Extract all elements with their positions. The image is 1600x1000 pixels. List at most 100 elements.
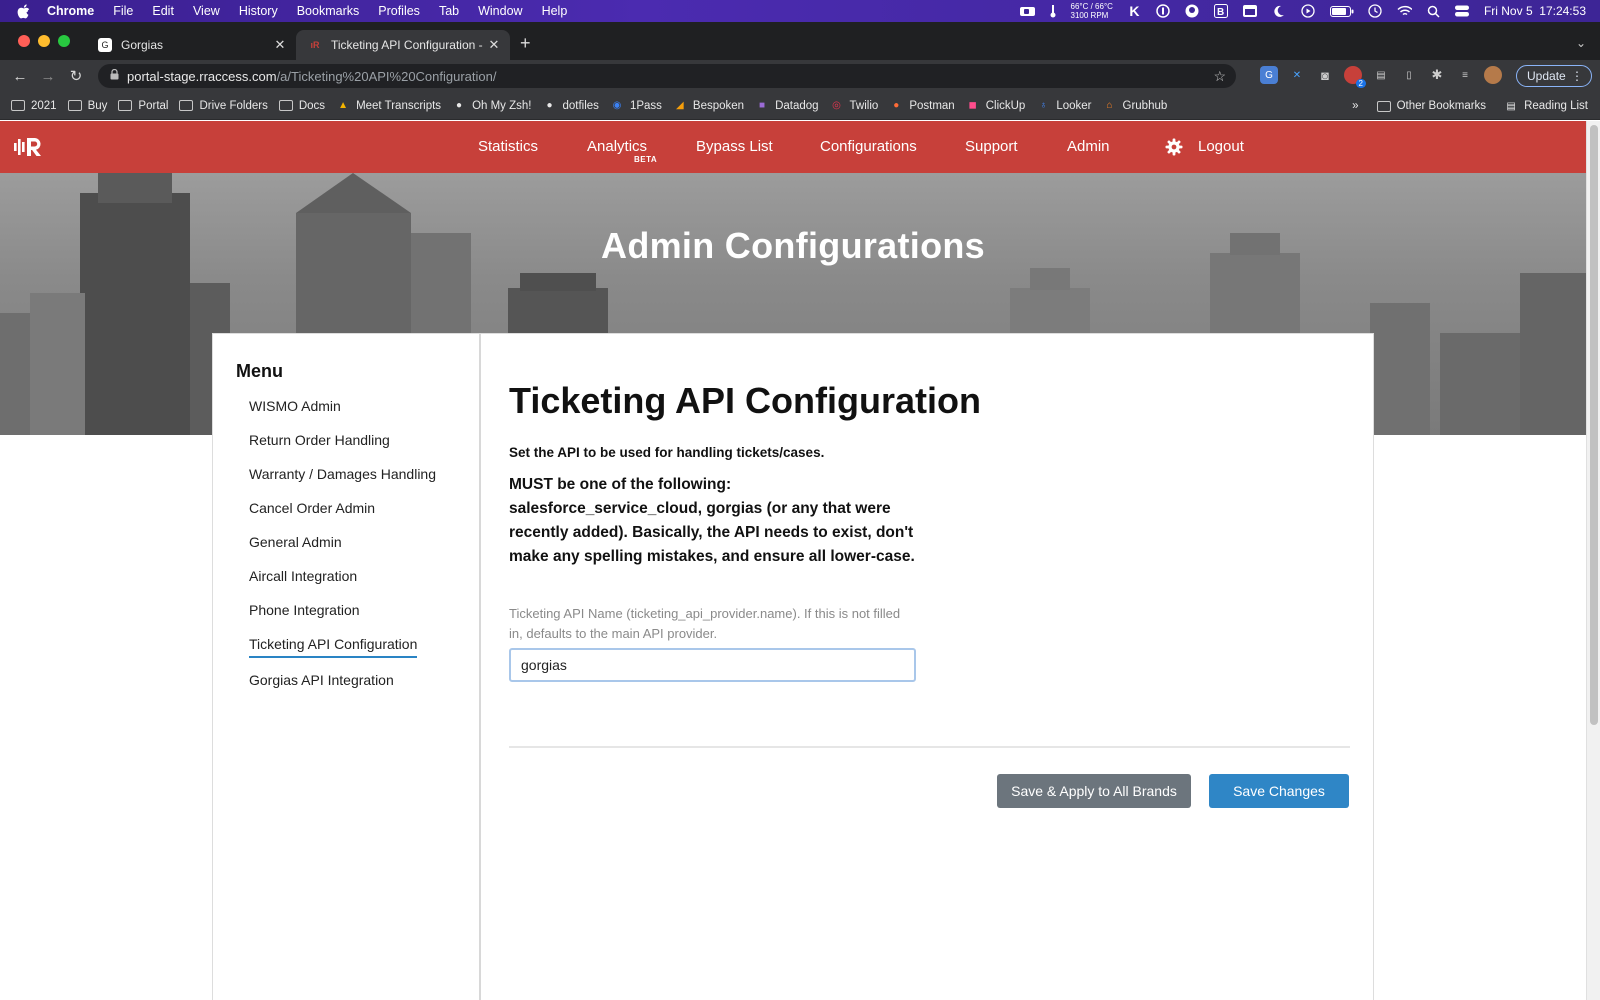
bookmark-dotfiles[interactable]: ● dotfiles	[543, 100, 598, 112]
save-apply-all-brands-button[interactable]: Save & Apply to All Brands	[997, 774, 1191, 808]
nav-support[interactable]: Support	[965, 138, 1018, 155]
bookmark-buy[interactable]: Buy	[67, 100, 107, 112]
bookmark-portal[interactable]: Portal	[118, 100, 168, 112]
sidebar-item-warranty-damages[interactable]: Warranty / Damages Handling	[249, 462, 436, 496]
onepassword-icon[interactable]	[1156, 4, 1171, 18]
gear-icon[interactable]	[1165, 138, 1183, 156]
bookmarks-right: » Other Bookmarks ▤ Reading List	[1352, 92, 1588, 120]
camera-extension-icon[interactable]: ◙	[1316, 66, 1334, 84]
play-circle-icon[interactable]	[1301, 4, 1316, 18]
page-scrollbar[interactable]	[1586, 121, 1600, 1000]
reload-icon[interactable]: ↻	[62, 67, 90, 85]
bookmarks-overflow-chevron-icon[interactable]: »	[1352, 100, 1358, 112]
tab-search-chevron-icon[interactable]: ⌄	[1576, 36, 1586, 50]
bookmark-meet-transcripts[interactable]: ▲ Meet Transcripts	[336, 100, 441, 112]
menubar-clock[interactable]: Fri Nov 5 17:24:53	[1484, 4, 1586, 18]
apple-icon[interactable]	[17, 3, 33, 19]
lastpass-extension-icon[interactable]: 2	[1344, 66, 1366, 88]
bookmark-2021[interactable]: 2021	[11, 100, 57, 112]
reading-list-toolbar-icon[interactable]: ≡	[1456, 66, 1474, 84]
menu-profiles[interactable]: Profiles	[378, 4, 420, 18]
bookmark-grubhub[interactable]: ⌂ Grubhub	[1103, 100, 1167, 112]
sidebar-item-label: Phone Integration	[249, 602, 360, 618]
bookmark-oh-my-zsh[interactable]: ● Oh My Zsh!	[452, 100, 531, 112]
menu-window[interactable]: Window	[478, 4, 522, 18]
save-changes-button[interactable]: Save Changes	[1209, 774, 1349, 808]
tab-gorgias[interactable]: G Gorgias ✕	[86, 30, 296, 60]
battery-icon[interactable]	[1329, 5, 1354, 17]
tab-ticketing-api[interactable]: ıR Ticketing API Configuration - R ✕	[296, 30, 510, 60]
browser-tabstrip: G Gorgias ✕ ıR Ticketing API Configurati…	[0, 22, 1600, 60]
bookmark-docs[interactable]: Docs	[278, 100, 325, 112]
nav-logout[interactable]: Logout	[1198, 138, 1244, 155]
profile-avatar[interactable]	[1484, 66, 1502, 84]
bookmark-postman[interactable]: ● Postman	[889, 100, 954, 112]
nav-configurations[interactable]: Configurations	[820, 138, 917, 155]
sidebar-item-aircall-integration[interactable]: Aircall Integration	[249, 564, 436, 598]
bookmark-1pass[interactable]: ◉ 1Pass	[610, 100, 662, 112]
nav-statistics[interactable]: Statistics	[478, 138, 538, 155]
moon-icon[interactable]	[1272, 5, 1287, 17]
forward-arrow-icon[interactable]: →	[34, 68, 62, 85]
close-tab-icon[interactable]: ✕	[486, 37, 502, 53]
reading-list[interactable]: ▤ Reading List	[1504, 100, 1588, 112]
spotlight-search-icon[interactable]	[1426, 5, 1441, 18]
zoom-icon[interactable]	[1019, 5, 1035, 17]
ticketing-api-name-input[interactable]: gorgias	[509, 648, 916, 682]
bookmark-drive-folders[interactable]: Drive Folders	[179, 100, 268, 112]
back-arrow-icon[interactable]: ←	[6, 68, 34, 85]
bookmark-twilio[interactable]: ◎ Twilio	[830, 99, 879, 112]
other-bookmarks[interactable]: Other Bookmarks	[1376, 100, 1486, 112]
calendar-icon[interactable]	[1243, 5, 1258, 17]
time-machine-icon[interactable]	[1368, 4, 1383, 18]
address-bar[interactable]: portal-stage.rraccess.com/a/Ticketing%20…	[98, 64, 1236, 88]
github-icon: ●	[546, 100, 553, 111]
sidebar-item-wismo-admin[interactable]: WISMO Admin	[249, 394, 436, 428]
bookmark-star-icon[interactable]: ☆	[1213, 68, 1226, 85]
wifi-icon[interactable]	[1397, 5, 1412, 17]
sidebar-item-phone-integration[interactable]: Phone Integration	[249, 598, 436, 632]
printer-extension-icon[interactable]: ▤	[1372, 66, 1390, 84]
update-chrome-button[interactable]: Update ⋮	[1516, 65, 1592, 87]
close-tab-icon[interactable]: ✕	[272, 37, 288, 53]
nav-bypass-list[interactable]: Bypass List	[696, 138, 773, 155]
github-icon[interactable]	[1185, 4, 1200, 18]
sidebar-item-gorgias-api-integration[interactable]: Gorgias API Integration	[249, 668, 436, 702]
bookmark-clickup[interactable]: ◼ ClickUp	[966, 100, 1026, 112]
sidebar-item-ticketing-api-configuration[interactable]: Ticketing API Configuration	[249, 632, 436, 668]
bookmark-looker[interactable]: ♁ Looker	[1036, 100, 1092, 112]
menu-file[interactable]: File	[113, 4, 133, 18]
bookmark-datadog[interactable]: ■ Datadog	[755, 100, 819, 112]
sidebar-menu: WISMO Admin Return Order Handling Warran…	[249, 394, 436, 702]
lock-icon[interactable]	[110, 68, 119, 83]
menu-bookmarks[interactable]: Bookmarks	[297, 4, 360, 18]
sidebar-item-return-order-handling[interactable]: Return Order Handling	[249, 428, 436, 462]
sidebar-item-cancel-order-admin[interactable]: Cancel Order Admin	[249, 496, 436, 530]
menu-help[interactable]: Help	[542, 4, 568, 18]
scrollbar-thumb[interactable]	[1590, 125, 1598, 725]
nav-analytics[interactable]: Analytics	[587, 138, 647, 155]
sidebar-item-general-admin[interactable]: General Admin	[249, 530, 436, 564]
menu-history[interactable]: History	[239, 4, 278, 18]
app-k-icon[interactable]: K	[1127, 3, 1142, 19]
document-extension-icon[interactable]: ▯	[1400, 66, 1418, 84]
puzzle-extensions-icon[interactable]: ✱	[1428, 66, 1446, 84]
translate-extension-icon[interactable]: G	[1260, 66, 1278, 84]
vscode-extension-icon[interactable]: ✕	[1288, 66, 1306, 84]
more-options-icon[interactable]: ⋮	[1571, 69, 1583, 83]
menu-view[interactable]: View	[193, 4, 220, 18]
bear-icon[interactable]: B	[1214, 4, 1229, 18]
bookmark-bespoken[interactable]: ◢ Bespoken	[673, 100, 744, 112]
close-window-button[interactable]	[18, 35, 30, 47]
zoom-window-button[interactable]	[58, 35, 70, 47]
menu-edit[interactable]: Edit	[152, 4, 174, 18]
new-tab-icon[interactable]: +	[520, 33, 531, 54]
nav-admin[interactable]: Admin	[1067, 138, 1110, 155]
menu-tab[interactable]: Tab	[439, 4, 459, 18]
menu-app-name[interactable]: Chrome	[47, 4, 94, 18]
minimize-window-button[interactable]	[38, 35, 50, 47]
control-center-icon[interactable]	[1455, 5, 1470, 17]
thermometer-icon[interactable]	[1049, 4, 1057, 17]
bookmark-label: Twilio	[849, 99, 879, 112]
looker-icon: ♁	[1039, 100, 1048, 111]
